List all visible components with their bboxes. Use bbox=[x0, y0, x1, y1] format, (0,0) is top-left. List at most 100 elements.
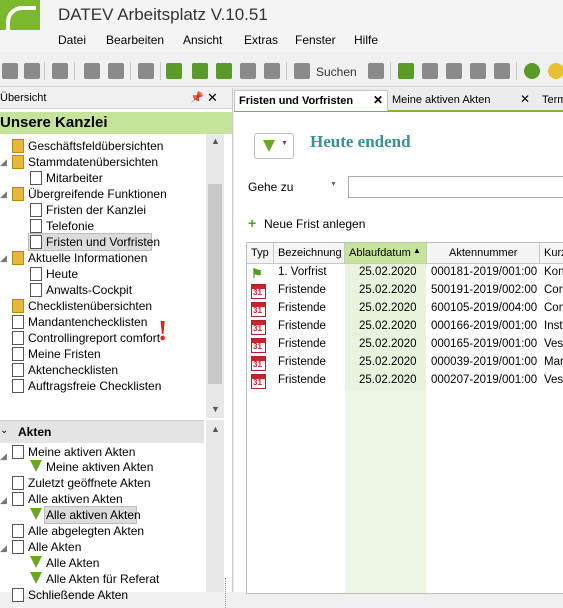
stamp-icon[interactable] bbox=[422, 63, 438, 79]
print-icon[interactable] bbox=[52, 63, 68, 79]
help-icon[interactable] bbox=[524, 63, 540, 79]
save-icon[interactable] bbox=[24, 63, 40, 79]
column-header-aktennummer[interactable]: Aktennummer bbox=[427, 243, 540, 264]
goto-label: Gehe zu bbox=[248, 180, 294, 194]
redo-icon[interactable] bbox=[108, 63, 124, 79]
kanzlei-section[interactable]: Unsere Kanzlei bbox=[0, 112, 232, 134]
document-icon bbox=[30, 203, 42, 217]
menu-bearbeiten[interactable]: Bearbeiten bbox=[106, 33, 164, 47]
printer-icon[interactable] bbox=[368, 63, 384, 79]
sort-ascending-icon: ▲ bbox=[413, 246, 421, 255]
deadline-table: Typ Bezeichnung Ablaufdatum ▲ Aktennummer… bbox=[246, 242, 563, 594]
close-icon[interactable]: ✕ bbox=[207, 90, 218, 106]
filter-icon bbox=[30, 460, 42, 472]
refresh-icon[interactable] bbox=[398, 63, 414, 79]
table-row[interactable]: 31 Fristende 25.02.2020 000166-2019/001:… bbox=[247, 318, 563, 336]
expand-icon[interactable]: ◢ bbox=[0, 253, 7, 264]
undo-icon[interactable] bbox=[84, 63, 100, 79]
filter-dropdown-button[interactable]: ▼ bbox=[254, 133, 294, 159]
akten-section-header[interactable]: ⌄ Akten bbox=[0, 420, 204, 443]
document-icon bbox=[30, 283, 42, 297]
scroll-up-icon[interactable]: ▲ bbox=[211, 136, 220, 146]
tab-bar: Fristen und Vorfristen ✕ Meine aktiven A… bbox=[234, 88, 563, 112]
folder-icon bbox=[12, 299, 24, 313]
card-icon[interactable] bbox=[494, 63, 510, 79]
tab-term[interactable]: Term bbox=[538, 90, 563, 110]
expand-icon[interactable]: ◢ bbox=[0, 157, 7, 168]
close-tab-icon[interactable]: ✕ bbox=[373, 93, 383, 107]
document-icon bbox=[30, 235, 42, 249]
filter-icon bbox=[30, 572, 42, 584]
search-label[interactable]: Suchen bbox=[316, 65, 357, 79]
filter-icon bbox=[30, 556, 42, 568]
menu-fenster[interactable]: Fenster bbox=[295, 33, 336, 47]
overview-header: Übersicht 📌 ✕ bbox=[0, 88, 232, 109]
menu-datei[interactable]: Datei bbox=[58, 33, 86, 47]
clipboard-icon[interactable] bbox=[446, 63, 462, 79]
goto-dropdown-icon[interactable]: ▼ bbox=[330, 181, 337, 188]
grid-view-icon[interactable] bbox=[240, 63, 256, 79]
page-heading: Heute endend bbox=[310, 132, 411, 151]
calendar-icon: 31 bbox=[251, 302, 266, 317]
pin-icon[interactable]: 📌 bbox=[190, 91, 204, 104]
splitter-grip[interactable] bbox=[225, 578, 230, 608]
plus-icon: + bbox=[248, 215, 257, 231]
column-header-kurz[interactable]: Kurz bbox=[540, 243, 563, 264]
table-row[interactable]: 31 Fristende 25.02.2020 000207-2019/001:… bbox=[247, 372, 563, 390]
scroll-up-icon[interactable]: ▲ bbox=[211, 424, 220, 434]
column-header-typ[interactable]: Typ bbox=[247, 243, 274, 264]
document-icon bbox=[30, 267, 42, 281]
calendar-icon: 31 bbox=[251, 284, 266, 299]
lightbulb-icon[interactable] bbox=[548, 63, 563, 79]
main-panel: Fristen und Vorfristen ✕ Meine aktiven A… bbox=[234, 88, 563, 594]
tree-scrollbar[interactable]: ▲ ▼ bbox=[206, 134, 224, 418]
column-header-bezeichnung[interactable]: Bezeichnung bbox=[274, 243, 345, 264]
calculator-icon[interactable] bbox=[470, 63, 486, 79]
back-icon[interactable] bbox=[2, 63, 18, 79]
goto-input[interactable] bbox=[348, 176, 563, 198]
close-tab-icon[interactable]: ✕ bbox=[520, 92, 530, 106]
collapse-icon[interactable]: ⌄ bbox=[0, 425, 10, 437]
calendar-icon: 31 bbox=[251, 320, 266, 335]
calendar-icon: 31 bbox=[251, 356, 266, 371]
document-icon bbox=[12, 363, 24, 377]
list-view-icon[interactable] bbox=[192, 63, 208, 79]
zoom-view-icon[interactable] bbox=[216, 63, 232, 79]
document-icon bbox=[30, 171, 42, 185]
table-row[interactable]: ⚑ 1. Vorfrist 25.02.2020 000181-2019/001… bbox=[247, 264, 563, 282]
menu-hilfe[interactable]: Hilfe bbox=[354, 33, 378, 47]
menu-ansicht[interactable]: Ansicht bbox=[183, 33, 222, 47]
expand-icon[interactable]: ◢ bbox=[0, 543, 7, 554]
folder-icon bbox=[12, 187, 24, 201]
column-header-ablaufdatum[interactable]: Ablaufdatum ▲ bbox=[345, 243, 427, 264]
expand-icon[interactable]: ◢ bbox=[0, 189, 7, 200]
document-icon bbox=[12, 379, 24, 393]
search-icon[interactable] bbox=[294, 63, 310, 79]
copy-icon[interactable] bbox=[138, 63, 154, 79]
calendar-icon: 31 bbox=[251, 374, 266, 389]
table-row[interactable]: 31 Fristende 25.02.2020 600105-2019/004:… bbox=[247, 300, 563, 318]
columns-icon[interactable] bbox=[264, 63, 280, 79]
expand-icon[interactable]: ◢ bbox=[0, 495, 7, 506]
table-row[interactable]: 31 Fristende 25.02.2020 000039-2019/001:… bbox=[247, 354, 563, 372]
folder-icon bbox=[12, 139, 24, 153]
toolbar: Suchen bbox=[0, 58, 563, 87]
date-column-fill bbox=[345, 390, 426, 593]
tree-view-icon[interactable] bbox=[166, 63, 182, 79]
menu-bar: Datei Bearbeiten Ansicht Extras Fenster … bbox=[0, 30, 563, 52]
expand-icon[interactable]: ◢ bbox=[0, 451, 7, 462]
table-row[interactable]: 31 Fristende 25.02.2020 500191-2019/002:… bbox=[247, 282, 563, 300]
folder-icon bbox=[12, 251, 24, 265]
akten-scrollbar[interactable]: ▲ bbox=[206, 420, 224, 592]
tab-meine-aktiven-akten[interactable]: Meine aktiven Akten ✕ bbox=[388, 90, 536, 110]
scroll-thumb[interactable] bbox=[208, 184, 222, 384]
document-icon bbox=[12, 492, 24, 506]
tab-fristen-und-vorfristen[interactable]: Fristen und Vorfristen ✕ bbox=[234, 90, 388, 111]
scroll-down-icon[interactable]: ▼ bbox=[211, 404, 220, 414]
document-icon bbox=[30, 219, 42, 233]
table-row[interactable]: 31 Fristende 25.02.2020 000165-2019/001:… bbox=[247, 336, 563, 354]
menu-extras[interactable]: Extras bbox=[244, 33, 278, 47]
overview-title: Übersicht bbox=[0, 92, 47, 104]
document-icon bbox=[12, 315, 24, 329]
kanzlei-title: Unsere Kanzlei bbox=[0, 114, 108, 131]
